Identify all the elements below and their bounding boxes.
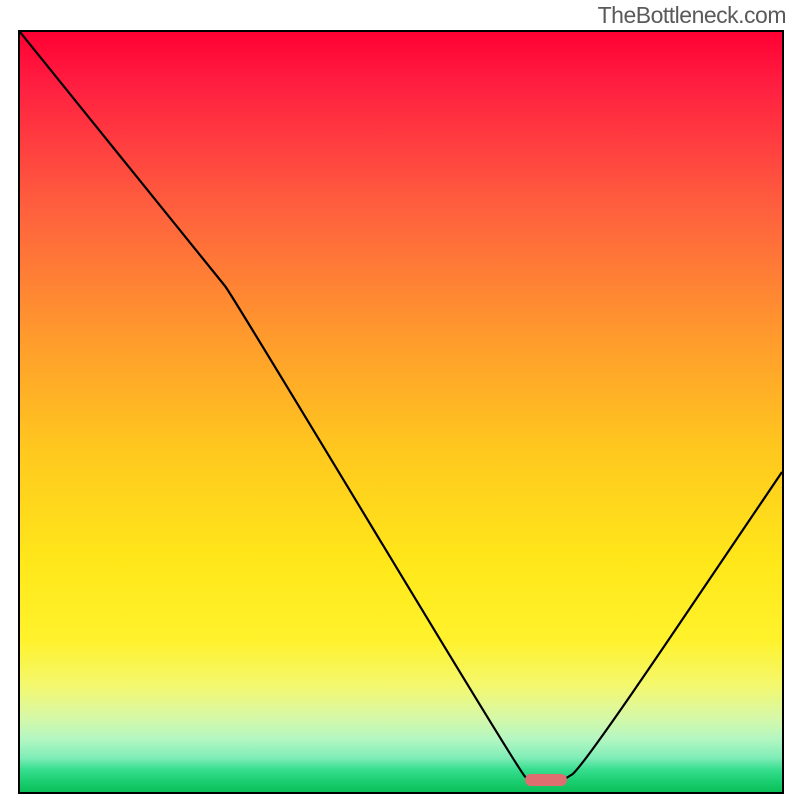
optimal-range-marker <box>525 774 567 786</box>
chart-frame <box>18 30 784 794</box>
bottleneck-curve <box>20 32 782 792</box>
watermark-text: TheBottleneck.com <box>598 2 786 29</box>
